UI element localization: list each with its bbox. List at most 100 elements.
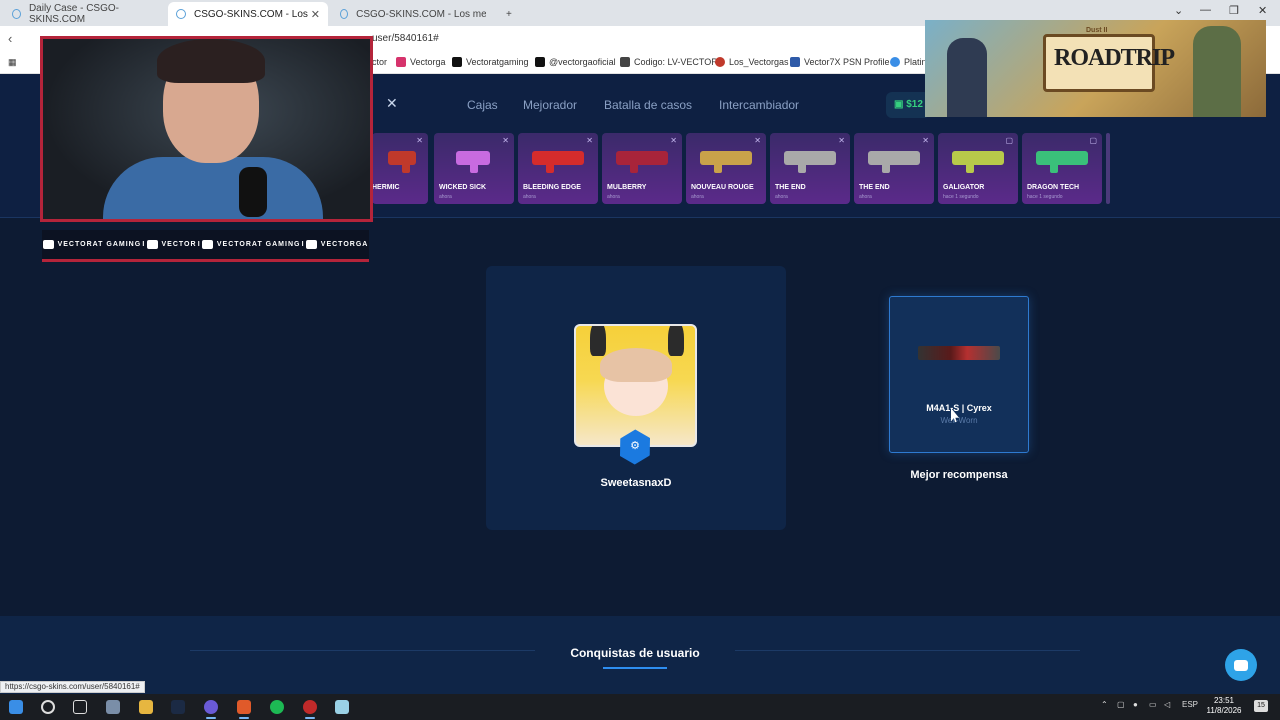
- live-drop-item[interactable]: ▢ DRAGON TECH hace 1 segundo: [1022, 133, 1102, 204]
- balance-badge[interactable]: ▣ $12: [886, 92, 930, 118]
- instagram-icon: [396, 57, 406, 67]
- close-tab-icon[interactable]: ✕: [311, 8, 320, 21]
- plus-icon: +: [506, 8, 512, 20]
- platinum-icon: [890, 57, 900, 67]
- bookmark-item[interactable]: Vectoratgaming: [452, 57, 529, 67]
- wallet-icon: ▣: [894, 99, 907, 110]
- soldier-figure: [947, 38, 987, 117]
- minimize-button[interactable]: —: [1200, 4, 1211, 16]
- spotify-icon[interactable]: [270, 700, 284, 714]
- avatar-hair: [600, 348, 672, 382]
- notification-icon[interactable]: 15: [1254, 700, 1268, 712]
- app-icon[interactable]: [335, 700, 349, 714]
- x-social-icon[interactable]: ✕: [386, 95, 406, 115]
- steam-icon: ⚙: [630, 440, 640, 452]
- maximize-button[interactable]: ❐: [1229, 4, 1239, 17]
- bookmark-item[interactable]: Codigo: LV-VECTOR: [620, 57, 718, 67]
- new-tab-button[interactable]: +: [498, 2, 520, 26]
- avatar: [574, 324, 697, 447]
- nav-mejorador[interactable]: Mejorador: [523, 98, 577, 112]
- streamer-body: [103, 157, 323, 219]
- live-drop-item[interactable]: ✕ BLEEDING EDGE ahora: [518, 133, 598, 204]
- drop-time: ahora: [775, 194, 788, 200]
- weapon-icon: [1036, 151, 1088, 173]
- network-icon[interactable]: ▭: [1149, 700, 1157, 709]
- bookmark-label: Vectorga: [410, 57, 446, 67]
- live-drop-item[interactable]: ✕ NOUVEAU ROUGE ahora: [686, 133, 766, 204]
- crossed-swords-icon: ✕: [670, 136, 677, 145]
- tab-search-icon[interactable]: ⌄: [1174, 4, 1183, 17]
- weapon-icon: [456, 151, 490, 173]
- chat-button[interactable]: [1225, 649, 1257, 681]
- drop-time: ahora: [439, 194, 452, 200]
- live-drop-item[interactable]: ✕ MULBERRY ahora: [602, 133, 682, 204]
- best-reward-label: Mejor recompensa: [910, 469, 1008, 481]
- drop-name: DRAGON TECH: [1027, 184, 1080, 191]
- live-drop-item[interactable]: ✕ THE END ahora: [854, 133, 934, 204]
- brave-icon[interactable]: [237, 700, 251, 719]
- tab-label: CSGO-SKINS.COM - Los mejores cas: [356, 8, 486, 20]
- app-icon[interactable]: [204, 700, 218, 719]
- file-explorer-icon[interactable]: [139, 700, 153, 714]
- drop-time: ahora: [859, 194, 872, 200]
- promo-title: ROADTRIP: [1054, 45, 1175, 71]
- live-drop-item-partial: [1106, 133, 1110, 204]
- weapon-icon: [952, 151, 1004, 173]
- bookmark-item[interactable]: Los_Vectorgas: [715, 57, 789, 67]
- chevron-up-icon[interactable]: ⌃: [1101, 700, 1108, 709]
- game-icon: [715, 57, 725, 67]
- drop-time: hace 1 segundo: [943, 194, 979, 200]
- task-view-icon[interactable]: [73, 700, 87, 714]
- taskbar-clock[interactable]: 23:51 11/8/2026: [1204, 696, 1244, 716]
- bookmark-item[interactable]: @vectorgaoficial: [535, 57, 616, 67]
- crossed-swords-icon: ✕: [838, 136, 845, 145]
- bookmark-item[interactable]: Vector7X PSN Profile: [790, 57, 890, 67]
- drop-time: ahora: [523, 194, 536, 200]
- bookmark-item[interactable]: Vectorga: [396, 57, 446, 67]
- browser-tab-active[interactable]: CSGO-SKINS.COM - Los mejores ✕: [168, 2, 328, 26]
- nav-intercambiador[interactable]: Intercambiador: [719, 98, 799, 112]
- drop-name: GALIGATOR: [943, 184, 985, 191]
- best-reward-card[interactable]: [889, 296, 1029, 453]
- back-icon[interactable]: ‹: [8, 31, 12, 46]
- separator: I: [142, 241, 146, 248]
- live-drop-item[interactable]: ▢ GALIGATOR hace 1 segundo: [938, 133, 1018, 204]
- globe-icon: [12, 9, 21, 19]
- x-icon: [452, 57, 462, 67]
- obs-icon[interactable]: [303, 700, 317, 719]
- social-twitch: VECTOR: [146, 240, 197, 249]
- social-label: VECTOR: [161, 241, 197, 248]
- apps-icon[interactable]: ▦: [8, 57, 17, 68]
- app-icon[interactable]: [106, 700, 120, 714]
- language-indicator[interactable]: ESP: [1182, 700, 1198, 709]
- volume-icon[interactable]: ◁: [1164, 700, 1170, 709]
- tray-app-icon[interactable]: ▢: [1117, 700, 1125, 709]
- search-icon[interactable]: [41, 700, 55, 714]
- webcam-overlay: [40, 36, 373, 222]
- weapon-icon: [700, 151, 752, 173]
- live-drop-item[interactable]: ✕ HERMIC: [372, 133, 428, 204]
- soldier-figure: [1193, 26, 1241, 117]
- nav-batalla-de-casos[interactable]: Batalla de casos: [604, 98, 692, 112]
- live-drop-item[interactable]: ✕ THE END ahora: [770, 133, 850, 204]
- start-icon[interactable]: [9, 700, 23, 714]
- hood-ear: [668, 326, 684, 356]
- close-window-button[interactable]: ✕: [1258, 4, 1267, 17]
- twitter-icon: [201, 240, 213, 249]
- nav-cajas[interactable]: Cajas: [467, 98, 498, 112]
- browser-tab-daily-case[interactable]: Daily Case - CSGO-SKINS.COM: [4, 2, 164, 26]
- drop-name: THE END: [859, 184, 890, 191]
- tag-icon: [620, 57, 630, 67]
- microphone-icon[interactable]: ●: [1133, 700, 1138, 709]
- achievements-title[interactable]: Conquistas de usuario: [535, 646, 735, 660]
- separator: I: [301, 241, 305, 248]
- browser-tab-cases[interactable]: CSGO-SKINS.COM - Los mejores cas: [332, 2, 494, 26]
- drop-name: THE END: [775, 184, 806, 191]
- url-field[interactable]: user/5840161#: [372, 33, 439, 44]
- social-overlay-bar: VECTORAT GAMING I VECTOR I VECTORAT GAMI…: [42, 230, 369, 262]
- tab-label: Daily Case - CSGO-SKINS.COM: [28, 3, 119, 25]
- live-drop-item[interactable]: ✕ WICKED SICK ahora: [434, 133, 514, 204]
- bookmark-item[interactable]: ctor: [372, 57, 387, 67]
- promo-subtitle: Dust II: [1086, 27, 1108, 34]
- steam-icon[interactable]: [171, 700, 185, 714]
